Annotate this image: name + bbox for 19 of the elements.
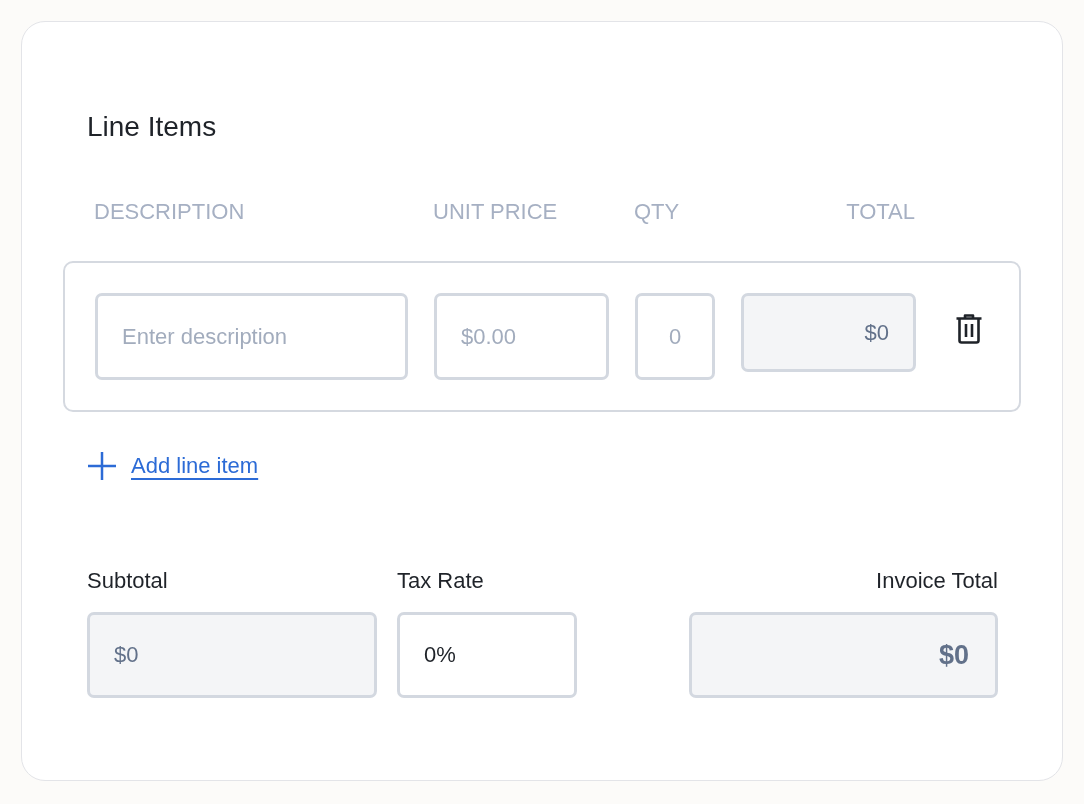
line-total-field[interactable]: $0 [741,293,916,372]
description-input[interactable]: Enter description [95,293,408,380]
invoice-total-field[interactable]: $0 [689,612,998,698]
tax-rate-input[interactable]: 0% [397,612,577,698]
subtotal-label: Subtotal [87,568,168,594]
tax-rate-label: Tax Rate [397,568,484,594]
subtotal-field[interactable]: $0 [87,612,377,698]
column-header: DESCRIPTION [94,199,245,225]
section-title: Line Items [87,110,217,144]
column-header: UNIT PRICE [433,199,558,225]
column-header: QTY [634,199,680,225]
trash-icon [954,314,984,344]
delete-button[interactable] [954,314,984,344]
plus-icon [87,451,117,481]
add-line-item-link[interactable]: Add line item [87,451,259,481]
unit-price-input[interactable]: $0.00 [434,293,609,380]
column-header: TOTAL [846,199,915,225]
invoice-total-label: Invoice Total [876,568,998,594]
quantity-input[interactable]: 0 [635,293,715,380]
